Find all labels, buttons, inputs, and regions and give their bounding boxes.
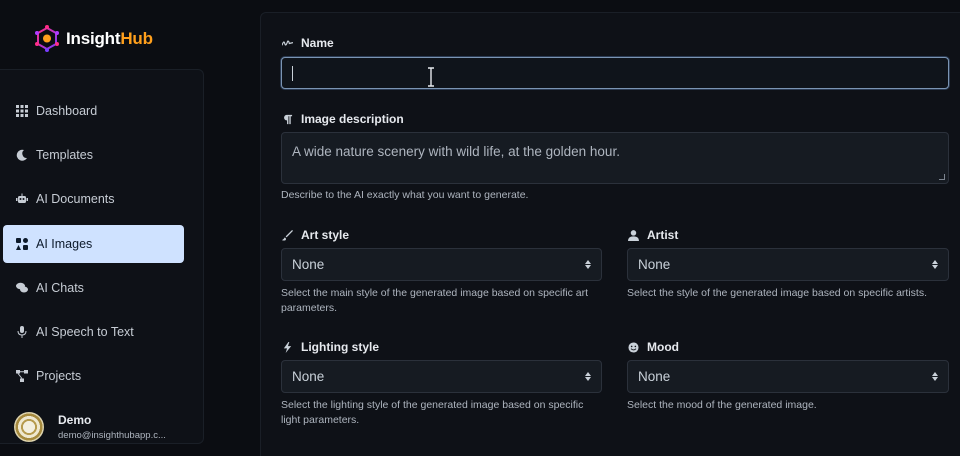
project-diagram-icon [16, 370, 28, 382]
sidebar-item-label: Dashboard [36, 104, 98, 118]
art-style-select[interactable]: None [281, 248, 602, 281]
grid-icon [16, 105, 28, 117]
mood-select[interactable]: None [627, 360, 949, 393]
text-cursor-icon [428, 67, 434, 87]
art-style-value: None [292, 257, 325, 272]
mood-value: None [638, 369, 671, 384]
art-style-label: Art style [282, 228, 349, 242]
sidebar-item-label: AI Documents [36, 192, 115, 206]
select-arrows-icon [585, 260, 591, 269]
robot-icon [16, 193, 28, 203]
sidebar-item-label: Projects [36, 369, 82, 383]
sidebar-item-label: AI Chats [36, 281, 84, 295]
select-arrows-icon [932, 372, 938, 381]
text-caret [292, 65, 293, 81]
avatar [14, 412, 44, 442]
sidebar-item-ai-images[interactable]: AI Images [3, 225, 184, 263]
artist-value: None [638, 257, 671, 272]
image-description-label: Image description [282, 112, 404, 126]
name-label: Name [282, 36, 334, 50]
sidebar-item-ai-chats[interactable]: AI Chats [3, 269, 184, 307]
hexagon-logo-icon [35, 25, 59, 52]
smile-icon [628, 341, 639, 353]
moon-icon [16, 149, 27, 161]
signature-icon [282, 39, 293, 46]
sidebar-item-projects[interactable]: Projects [3, 357, 184, 395]
artist-select[interactable]: None [627, 248, 949, 281]
mood-help: Select the mood of the generated image. [627, 399, 817, 411]
microphone-icon [17, 326, 27, 338]
image-description-textarea[interactable]: A wide nature scenery with wild life, at… [281, 132, 949, 184]
chat-icon [16, 282, 28, 293]
user-email: demo@insighthubapp.c... [58, 430, 166, 441]
sidebar-item-label: AI Speech to Text [36, 325, 134, 339]
select-arrows-icon [932, 260, 938, 269]
mood-label: Mood [628, 340, 679, 354]
sidebar-item-label: AI Images [36, 237, 93, 251]
sidebar-item-label: Templates [36, 148, 93, 162]
brand-name: InsightHub [66, 29, 153, 48]
user-name: Demo [58, 413, 92, 427]
lighting-style-value: None [292, 369, 325, 384]
lighting-style-select[interactable]: None [281, 360, 602, 393]
art-style-help: Select the main style of the generated i… [281, 287, 589, 314]
brand-logo[interactable]: InsightHub [32, 22, 153, 56]
sidebar-item-templates[interactable]: Templates [3, 136, 184, 174]
sidebar-item-dashboard[interactable]: Dashboard [3, 92, 184, 130]
lighting-style-help: Select the lighting style of the generat… [281, 399, 584, 426]
lighting-style-label: Lighting style [282, 340, 379, 354]
user-profile[interactable]: Demo demo@insighthubapp.c... [14, 412, 166, 442]
artist-help: Select the style of the generated image … [627, 287, 928, 299]
image-description-placeholder: A wide nature scenery with wild life, at… [292, 144, 620, 159]
resize-handle[interactable] [939, 174, 945, 180]
bolt-icon [283, 341, 292, 353]
image-description-help: Describe to the AI exactly what you want… [281, 189, 529, 201]
brush-icon [282, 229, 293, 241]
name-input[interactable] [281, 57, 949, 89]
artist-label: Artist [628, 228, 678, 242]
paragraph-icon [284, 114, 293, 124]
sidebar-item-ai-documents[interactable]: AI Documents [3, 180, 184, 218]
user-icon [628, 229, 639, 241]
image-icon [16, 238, 28, 250]
select-arrows-icon [585, 372, 591, 381]
sidebar-item-ai-speech-to-text[interactable]: AI Speech to Text [3, 313, 184, 351]
